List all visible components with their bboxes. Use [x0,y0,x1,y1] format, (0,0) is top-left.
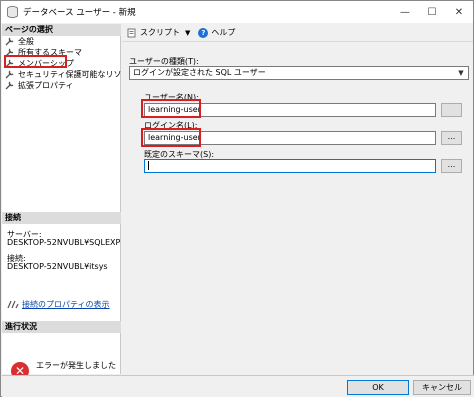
sidebar-item-securables[interactable]: セキュリティ保護可能なリソース [5,69,137,80]
username-browse-button[interactable] [441,103,462,117]
sidebar-item-label: 全般 [18,37,34,46]
schema-browse-button[interactable]: ... [441,159,462,173]
left-pane: ページの選択 全般 所有するスキーマ メンバーシップ セキュリティ保護可能なリソ… [2,24,137,380]
script-button[interactable]: スクリプト [140,27,180,38]
wrench-icon [5,81,14,90]
user-type-select[interactable]: ログインが設定された SQL ユーザー ▼ [129,66,469,80]
toolbar: スクリプト ▼ ? ヘルプ [122,24,473,42]
cancel-button[interactable]: キャンセル [413,380,471,395]
login-highlight-box [141,128,201,147]
window-title: データベース ユーザー - 新規 [23,8,136,18]
sidebar-item-extended-properties[interactable]: 拡張プロパティ [5,80,74,91]
close-button[interactable]: ✕ [446,1,472,23]
login-browse-button[interactable]: ... [441,131,462,145]
username-highlight-box [141,99,201,118]
database-icon [7,6,18,18]
sidebar-item-label: 拡張プロパティ [18,81,74,90]
schema-input[interactable] [144,159,436,173]
ok-button[interactable]: OK [347,380,409,395]
script-dropdown-arrow-icon[interactable]: ▼ [185,29,190,37]
maximize-button[interactable]: ☐ [419,1,445,23]
button-bar: OK キャンセル [2,375,474,397]
connection-properties-link-label: 接続のプロパティの表示 [22,300,110,309]
text-cursor [148,161,149,170]
login-browse-label: ... [447,132,456,141]
help-button[interactable]: ヘルプ [211,27,235,38]
user-type-value: ログインが設定された SQL ユーザー [133,68,266,77]
sidebar-item-label: セキュリティ保護可能なリソース [18,70,138,79]
minimize-button[interactable]: — [392,1,418,23]
script-icon[interactable] [127,28,137,38]
right-pane: スクリプト ▼ ? ヘルプ ユーザーの種類(T): ログインが設定された SQL… [122,24,473,374]
progress-status: エラーが発生しました [36,361,116,370]
chevron-down-icon: ▼ [458,69,464,77]
server-value: DESKTOP-52NVUBL¥SQLEXPRESS [7,238,121,247]
title-bar[interactable]: データベース ユーザー - 新規 — ☐ ✕ [1,1,473,23]
page-select-header: ページの選択 [2,24,121,36]
membership-highlight-box [4,55,67,68]
connection-header: 接続 [2,212,121,224]
connection-value: DESKTOP-52NVUBL¥itsys [7,262,108,271]
wrench-icon [5,37,14,46]
wrench-icon [5,70,14,79]
dialog-window: データベース ユーザー - 新規 — ☐ ✕ ページの選択 全般 所有するスキー… [0,0,474,397]
progress-header: 進行状況 [2,321,121,333]
sidebar-item-general[interactable]: 全般 [5,36,34,47]
connection-properties-icon [7,300,19,309]
help-icon[interactable]: ? [198,27,209,38]
schema-browse-label: ... [447,160,456,169]
connection-properties-link[interactable]: 接続のプロパティの表示 [7,299,110,310]
